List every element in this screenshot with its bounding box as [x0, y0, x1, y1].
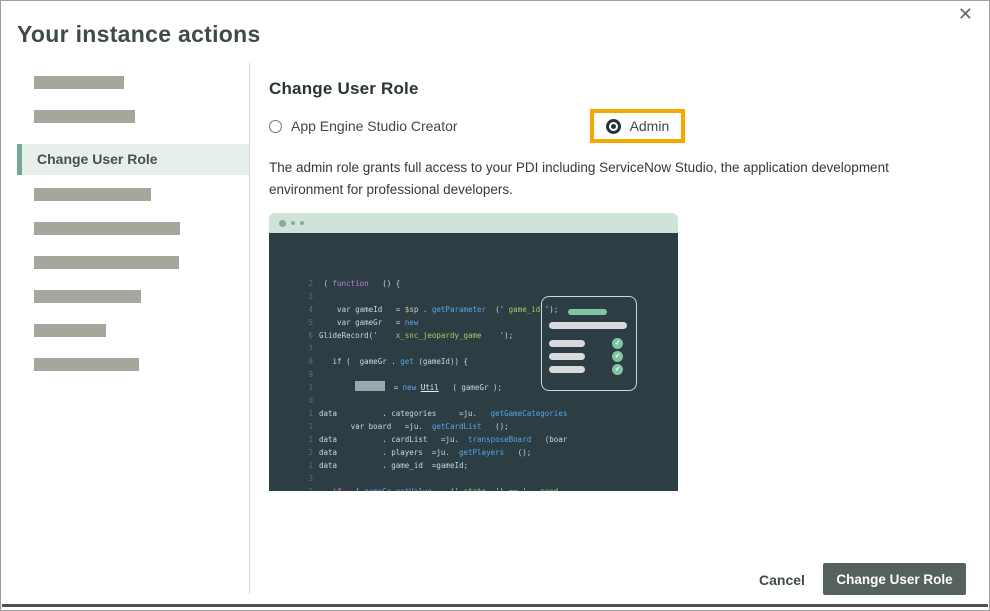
- change-user-role-button[interactable]: Change User Role: [823, 563, 966, 595]
- checklist-card-illustration: ✓ ✓ ✓: [541, 296, 637, 391]
- radio-option-admin[interactable]: Admin: [606, 118, 670, 134]
- code-editor-body: 2 ( function () {34 var gameId = $sp . g…: [269, 233, 678, 491]
- dialog-bottom-edge: [2, 604, 988, 607]
- sidebar-item-placeholder[interactable]: [34, 290, 141, 303]
- sidebar-item-placeholder[interactable]: [34, 222, 180, 235]
- check-icon: ✓: [612, 351, 623, 362]
- sidebar-item-placeholder[interactable]: [34, 256, 179, 269]
- card-row-pill: [549, 366, 585, 373]
- role-radio-group: App Engine Studio Creator Admin: [269, 108, 685, 144]
- sidebar-item-placeholder[interactable]: [34, 76, 124, 89]
- sidebar-item-placeholder[interactable]: [34, 110, 135, 123]
- cancel-button[interactable]: Cancel: [753, 570, 811, 590]
- card-row-pill: [549, 340, 585, 347]
- radio-option-creator[interactable]: App Engine Studio Creator: [269, 118, 458, 134]
- card-subtitle-pill: [549, 322, 627, 329]
- check-icon: ✓: [612, 338, 623, 349]
- sidebar-item-placeholder[interactable]: [34, 324, 106, 337]
- code-window-titlebar: [269, 213, 678, 233]
- page-title: Change User Role: [269, 79, 419, 99]
- card-row-pill: [549, 353, 585, 360]
- radio-admin-label[interactable]: Admin: [630, 118, 670, 134]
- window-dot-icon: [291, 221, 295, 225]
- sidebar-item-placeholder[interactable]: [34, 358, 139, 371]
- sidebar: Change User Role: [17, 71, 249, 392]
- sidebar-divider: [249, 63, 250, 594]
- window-dot-icon: [279, 220, 286, 227]
- role-description: The admin role grants full access to you…: [269, 157, 921, 200]
- instance-actions-dialog: Your instance actions ✕ Change User Role…: [0, 0, 990, 611]
- dialog-title: Your instance actions: [17, 21, 261, 48]
- card-title-pill: [568, 309, 607, 315]
- code-screenshot: 2 ( function () {34 var gameId = $sp . g…: [269, 213, 678, 491]
- sidebar-item-label: Change User Role: [37, 151, 158, 167]
- sidebar-item-change-user-role[interactable]: Change User Role: [17, 144, 249, 175]
- window-dot-icon: [300, 221, 304, 225]
- sidebar-item-placeholder[interactable]: [34, 188, 151, 201]
- close-icon[interactable]: ✕: [952, 2, 979, 27]
- sidebar-placeholders-top: [17, 76, 249, 123]
- check-icon: ✓: [612, 364, 623, 375]
- admin-highlight-box: Admin: [590, 109, 686, 143]
- radio-unselected-icon[interactable]: [269, 120, 282, 133]
- radio-creator-label[interactable]: App Engine Studio Creator: [291, 118, 458, 134]
- sidebar-placeholders-bottom: [17, 188, 249, 371]
- radio-selected-icon[interactable]: [606, 119, 621, 134]
